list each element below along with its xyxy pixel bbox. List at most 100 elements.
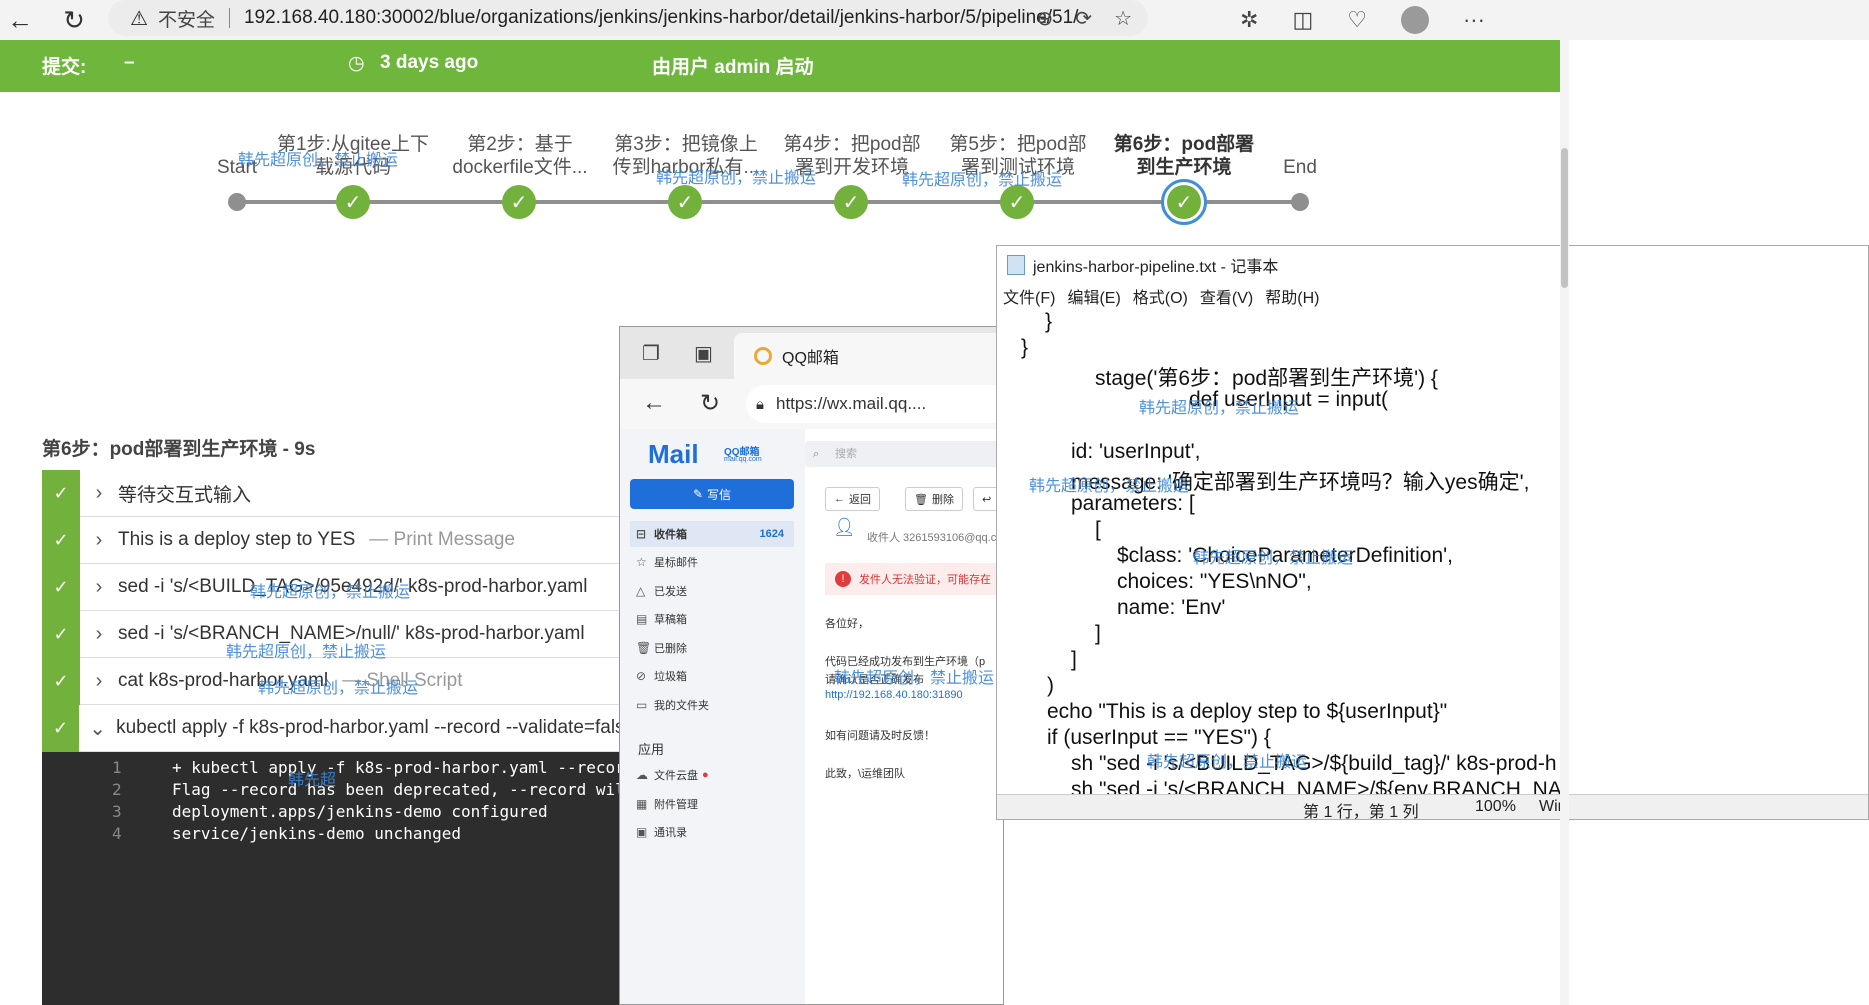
stage-2-label: 第2步：基于 dockerfile文件... (452, 134, 588, 178)
recipient-line: 收件人 3261593106@qq.co (867, 532, 1003, 544)
chevron-right-icon[interactable]: › (80, 623, 118, 646)
qqmail-url: https://wx.mail.qq.... (776, 394, 927, 413)
qqmail-logo: Mail QQ邮箱 mail.qq.com (648, 439, 762, 469)
stage-end-node[interactable] (1291, 193, 1309, 211)
sidebar-item-starred[interactable]: ☆ 星标邮件 (630, 549, 794, 575)
chevron-right-icon[interactable]: › (80, 670, 118, 693)
sidebar-item-inbox[interactable]: ⊟ 收件箱 1624 (630, 521, 794, 547)
favorite-star-icon[interactable]: ☆ (1114, 6, 1132, 31)
url-text[interactable]: 192.168.40.180:30002/blue/organizations/… (244, 7, 1078, 29)
reload-icon[interactable]: ↻ (54, 0, 94, 40)
chevron-down-icon[interactable]: ⌄ (79, 716, 116, 741)
notepad-text-area[interactable]: } } stage('第6步：pod部署到生产环境') { def userIn… (997, 308, 1868, 801)
code-line: id: 'userInput', (1071, 440, 1201, 463)
stage-1-check-icon[interactable]: ✓ (336, 185, 370, 219)
sidebar-item-cloud-disk[interactable]: ☁ 文件云盘 ● (630, 762, 794, 788)
health-icon[interactable]: ♡ (1347, 7, 1367, 33)
menu-edit[interactable]: 编辑(E) (1067, 284, 1120, 308)
qqmail-tab[interactable]: QQ邮箱 (734, 333, 1003, 379)
sidebar-item-my-folders[interactable]: ▭ 我的文件夹 (630, 692, 794, 718)
back-icon[interactable]: ← (0, 0, 40, 40)
back-button[interactable]: ← 返回 (825, 487, 880, 511)
clock-icon: ◷ (348, 53, 365, 74)
console-line-text: + kubectl apply -f k8s-prod-harbor.yaml … (172, 758, 635, 777)
extensions-icon[interactable]: ✲ (1240, 7, 1258, 33)
started-by: 由用户 admin 启动 (652, 57, 814, 78)
address-bar[interactable]: ⚠ 不安全 192.168.40.180:30002/blue/organiza… (108, 0, 1148, 36)
watermark: 韩先超原创，禁止搬运 (902, 172, 1063, 189)
qqmail-address-bar[interactable]: 🔒︎ https://wx.mail.qq.... (746, 385, 1003, 423)
browser-toolbar: ← ↻ ⚠ 不安全 192.168.40.180:30002/blue/orga… (0, 0, 1869, 40)
menu-file[interactable]: 文件(F) (1003, 284, 1055, 308)
run-summary-bar: 提交: – ◷ 3 days ago 由用户 admin 启动 (0, 40, 1560, 92)
search-icon: ⌕ (813, 448, 820, 460)
warning-icon: ⚠ (130, 7, 148, 30)
compose-icon: ✎ (692, 487, 704, 501)
watermark: 韩先超原创，禁止搬运 (238, 152, 399, 169)
apps-section-title: 应用 (638, 742, 665, 757)
sidebar-item-attachments[interactable]: ▦ 附件管理 (630, 791, 794, 817)
mail-search-input[interactable]: ⌕ 搜索 (805, 441, 1003, 467)
success-check-icon: ✓ (42, 704, 80, 752)
stage-2-check-icon[interactable]: ✓ (502, 185, 536, 219)
sidebar-item-deleted[interactable]: 🗑 已删除 (630, 635, 794, 661)
warning-icon: ! (835, 571, 851, 587)
read-aloud-icon[interactable]: ⟳ (1075, 6, 1092, 31)
zoom-icon[interactable]: ⊕ (1037, 6, 1054, 31)
pipeline-graph: Start 第1步:从gitee上下 载源代码 ✓ 第2步：基于 dockerfil… (0, 92, 1560, 252)
chevron-right-icon[interactable]: › (80, 482, 118, 505)
chevron-right-icon[interactable]: › (80, 576, 118, 599)
stage-4-check-icon[interactable]: ✓ (834, 185, 868, 219)
lock-icon: 🔒︎ (756, 395, 764, 413)
console-line-number: 1 (112, 758, 122, 777)
sidebar-item-spam[interactable]: ⊘ 垃圾箱 (630, 663, 794, 689)
tab-list-icon[interactable]: ▣ (694, 341, 713, 366)
stage-6-check-icon: ✓ (1167, 185, 1201, 219)
address-icons: ⊕ ⟳ ☆ (1037, 0, 1148, 36)
watermark: 韩先超原创，禁止搬运 (1193, 550, 1354, 567)
tab-actions-icon[interactable]: ❐ (642, 341, 660, 366)
log-step-row[interactable]: ✓ › 等待交互式输入 (42, 469, 622, 517)
code-line: name: 'Env' (1117, 596, 1226, 619)
scrollbar-thumb[interactable] (1561, 148, 1568, 288)
split-screen-icon[interactable]: ◫ (1292, 7, 1313, 33)
run-time: 3 days ago (380, 52, 479, 73)
page-scrollbar[interactable] (1560, 40, 1569, 1005)
back-arrow-icon: ← (834, 493, 845, 505)
sidebar-item-drafts[interactable]: ▤ 草稿箱 (630, 606, 794, 632)
stage-6-selected-node[interactable]: ✓ (1161, 179, 1207, 225)
trash-icon: 🗑 (914, 493, 928, 506)
watermark: 韩先超原创，禁止搬运 (258, 680, 419, 697)
compose-button[interactable]: ✎ 写信 (630, 479, 794, 509)
commit-value: – (124, 52, 135, 73)
draft-icon: ▤ (636, 612, 648, 626)
contacts-icon: ▣ (636, 825, 648, 839)
sidebar-item-contacts[interactable]: ▣ 通讯录 (630, 819, 794, 845)
stage-5-check-icon[interactable]: ✓ (1000, 185, 1034, 219)
delete-button[interactable]: 🗑 删除 (905, 487, 963, 511)
console-line-text: service/jenkins-demo unchanged (172, 824, 461, 843)
mail-link[interactable]: http://192.168.40.180:31890 (825, 689, 963, 701)
reload-icon[interactable]: ↻ (700, 389, 720, 418)
stage-start-node[interactable] (228, 193, 246, 211)
mail-signature: 此致，\运维团队 (825, 768, 906, 780)
watermark: 韩先超原创，禁止搬运 (834, 670, 995, 687)
address-separator (228, 8, 230, 28)
more-menu-icon[interactable]: ··· (1463, 7, 1485, 33)
sent-icon: △ (636, 584, 646, 598)
back-icon[interactable]: ← (642, 389, 666, 417)
success-check-icon: ✓ (42, 469, 80, 517)
notepad-file-icon (1007, 255, 1025, 275)
success-check-icon: ✓ (42, 516, 80, 564)
sidebar-item-sent[interactable]: △ 已发送 (630, 578, 794, 604)
menu-view[interactable]: 查看(V) (1200, 284, 1253, 308)
stage-3-check-icon[interactable]: ✓ (668, 185, 702, 219)
success-check-icon: ✓ (42, 657, 80, 705)
log-step-row-expanded[interactable]: ✓ ⌄ kubectl apply -f k8s-prod-harbor.yam… (42, 704, 622, 752)
chevron-right-icon[interactable]: › (80, 529, 118, 552)
profile-avatar[interactable] (1400, 6, 1429, 34)
log-step-row[interactable]: ✓ › This is a deploy step to YES — Print… (42, 516, 622, 564)
menu-help[interactable]: 帮助(H) (1265, 284, 1319, 308)
menu-format[interactable]: 格式(O) (1133, 284, 1188, 308)
success-check-icon: ✓ (42, 563, 80, 611)
